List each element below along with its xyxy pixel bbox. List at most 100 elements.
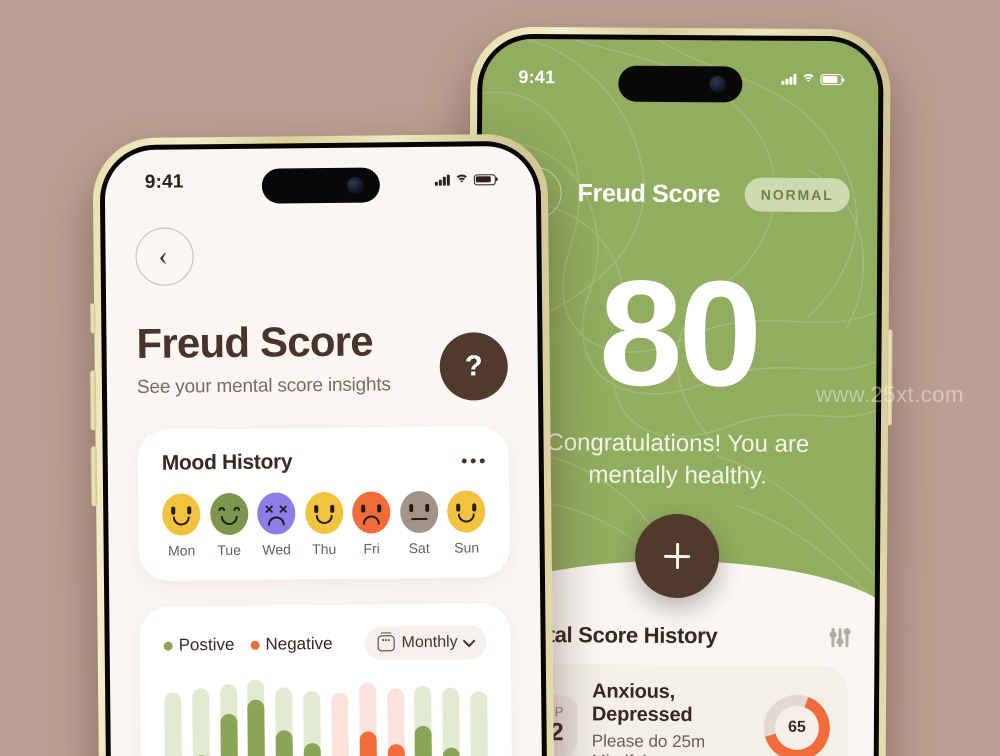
bar-track xyxy=(164,692,183,756)
mood-day-label: Mon xyxy=(167,542,196,559)
battery-icon xyxy=(820,73,843,86)
mood-item[interactable]: ✕ ✕ Wed xyxy=(257,492,296,558)
volume-down-button-left[interactable] xyxy=(90,446,98,507)
phone-left: 9:41 ‹ Freud Score See your mental score… xyxy=(89,133,555,756)
mood-chart-card: Postive Negative Monthly xyxy=(139,603,513,756)
front-camera-icon xyxy=(709,75,727,93)
mood-day-label: Tue xyxy=(217,541,242,559)
x-eye-icon: ✕ xyxy=(264,502,275,517)
legend-label: Postive xyxy=(178,634,235,655)
score-ring: 65 xyxy=(763,694,831,756)
back-button-left[interactable]: ‹ xyxy=(135,227,194,286)
history-text: Anxious, Depressed Please do 25m Mindful… xyxy=(592,680,751,756)
history-item-name: Anxious, Depressed xyxy=(591,680,693,727)
mood-day-label: Thu xyxy=(312,540,337,558)
history-item[interactable]: SEP 12 Anxious, Depressed Please do 25m … xyxy=(503,663,849,756)
add-score-button[interactable] xyxy=(634,513,720,599)
range-selector[interactable]: Monthly xyxy=(364,625,487,661)
help-button[interactable]: ? xyxy=(439,332,509,401)
status-badge: NORMAL xyxy=(744,177,850,213)
bar-track xyxy=(358,682,377,756)
eye xyxy=(217,507,225,512)
battery-icon-left xyxy=(473,173,496,185)
bar-track xyxy=(470,691,488,756)
mood-item[interactable]: Tue xyxy=(209,492,249,559)
mouth xyxy=(267,516,285,526)
power-button[interactable] xyxy=(886,329,893,426)
mood-item[interactable]: Thu xyxy=(304,491,344,558)
bar-track xyxy=(191,688,210,756)
mood-face-happy xyxy=(304,491,344,535)
eye xyxy=(329,504,334,513)
mouth xyxy=(220,515,238,526)
page-subtitle: See your mental score insights xyxy=(136,374,391,398)
plus-icon xyxy=(664,543,690,569)
bar-fill xyxy=(387,744,405,756)
eye xyxy=(313,505,318,514)
bar-fill xyxy=(303,742,322,756)
bar-fill xyxy=(220,713,238,756)
history-header: Mental Score History xyxy=(504,622,849,650)
eye xyxy=(456,503,461,512)
bar-track xyxy=(303,690,322,756)
eye xyxy=(408,504,413,513)
eye xyxy=(187,506,192,515)
mockup-scene: 9:41 ‹ Freud Score NORMAL 80 Congratulat… xyxy=(0,0,1000,756)
mood-face-happy xyxy=(162,493,201,536)
history-item-description: Please do 25m Mindfulness. xyxy=(591,731,706,756)
bar-track xyxy=(331,692,349,756)
status-time-left: 9:41 xyxy=(144,171,184,193)
mood-face-sad xyxy=(352,491,391,534)
mood-face-neutral xyxy=(399,490,438,534)
mute-switch-left[interactable] xyxy=(90,303,96,334)
bar-fill xyxy=(247,699,266,756)
chart-legend-row: Postive Negative Monthly xyxy=(163,625,487,662)
phone-left-screen: 9:41 ‹ Freud Score See your mental score… xyxy=(104,145,543,756)
page-title-left: Freud Score xyxy=(136,317,374,367)
legend-swatch xyxy=(163,641,173,651)
bar-track xyxy=(275,687,294,756)
bar-track xyxy=(219,683,238,756)
mood-face-very-happy xyxy=(209,492,249,536)
mood-card-header: Mood History xyxy=(162,448,485,475)
mood-bar-chart xyxy=(164,677,488,756)
eye xyxy=(232,506,240,511)
mood-list: Mon Tue ✕ ✕ Wed Thu Fri Sat Sun xyxy=(162,490,486,559)
wifi-icon xyxy=(801,73,816,88)
title-block: Freud Score See your mental score insigh… xyxy=(136,317,391,399)
mood-item[interactable]: Mon xyxy=(162,493,201,559)
volume-up-button-left[interactable] xyxy=(89,370,97,431)
legend-item: Negative xyxy=(250,634,333,655)
mood-item[interactable]: Fri xyxy=(352,491,391,557)
mood-day-label: Sun xyxy=(454,539,480,556)
mouth xyxy=(315,514,333,525)
range-label: Monthly xyxy=(401,633,458,652)
mood-history-card: Mood History Mon Tue ✕ ✕ Wed Thu Fri Sat Sun xyxy=(137,426,510,581)
mouth xyxy=(362,515,380,525)
mood-face-happy xyxy=(447,490,486,533)
bar-fill xyxy=(442,747,461,756)
title-row: Freud Score See your mental score insigh… xyxy=(136,316,509,404)
mood-face-dead: ✕ ✕ xyxy=(257,492,296,535)
eye xyxy=(171,506,176,515)
wifi-icon-left xyxy=(454,173,469,189)
mouth xyxy=(410,517,427,521)
mouth xyxy=(457,513,475,523)
more-options-icon[interactable] xyxy=(461,457,485,464)
bar-track xyxy=(442,687,461,756)
mood-item[interactable]: Sun xyxy=(447,490,486,556)
eye xyxy=(424,503,429,512)
page-title: Freud Score xyxy=(577,178,721,208)
mood-item[interactable]: Sat xyxy=(399,490,439,557)
legend-swatch xyxy=(250,640,260,650)
bar-fill xyxy=(275,730,294,756)
dynamic-island-left xyxy=(261,167,380,204)
bar-track xyxy=(386,687,405,756)
left-content: ‹ Freud Score See your mental score insi… xyxy=(104,146,542,756)
mood-day-label: Sat xyxy=(408,539,430,557)
bar-fill xyxy=(414,726,433,756)
sliders-icon[interactable] xyxy=(831,627,849,647)
calendar-icon xyxy=(377,635,395,652)
front-camera-icon-left xyxy=(346,176,365,194)
ring-score-value: 65 xyxy=(774,705,820,750)
